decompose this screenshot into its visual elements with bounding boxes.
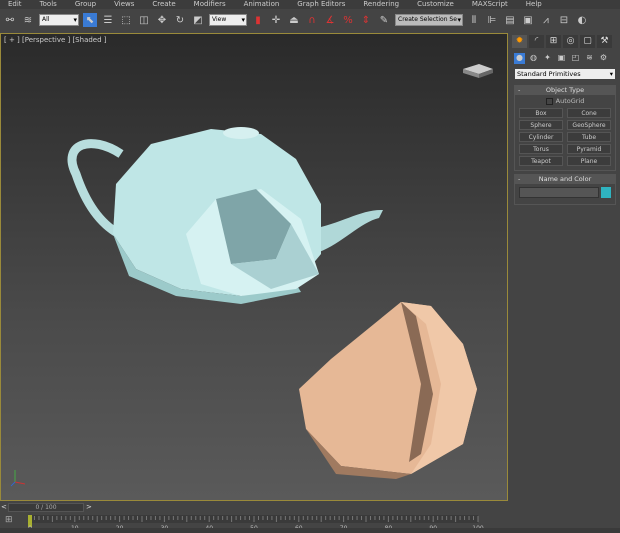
menu-edit[interactable]: Edit bbox=[0, 0, 22, 9]
spacewarps-icon[interactable]: ≋ bbox=[584, 53, 595, 64]
object-type-title: Object Type bbox=[545, 86, 585, 94]
menu-customize[interactable]: Customize bbox=[409, 0, 454, 9]
mirror-icon[interactable]: ⫴ bbox=[467, 13, 481, 27]
perspective-viewport[interactable]: [ + ] [Perspective ] [Shaded ] bbox=[0, 33, 508, 501]
pyramid-button[interactable]: Pyramid bbox=[567, 144, 611, 154]
teapot-button[interactable]: Teapot bbox=[519, 156, 563, 166]
primitive-type-dropdown[interactable]: Standard Primitives bbox=[515, 69, 615, 79]
next-frame-icon[interactable]: > bbox=[86, 503, 92, 511]
plane-button[interactable]: Plane bbox=[567, 156, 611, 166]
keyboard-shortcut-icon[interactable]: ⏏ bbox=[287, 13, 301, 27]
helpers-icon[interactable]: ◰ bbox=[570, 53, 581, 64]
angle-snap-icon[interactable]: ∡ bbox=[323, 13, 337, 27]
name-color-title: Name and Color bbox=[538, 175, 592, 183]
cameras-icon[interactable]: ▣ bbox=[556, 53, 567, 64]
reference-coord-dropdown[interactable]: View bbox=[209, 14, 247, 26]
selection-filter-dropdown[interactable]: All bbox=[39, 14, 79, 26]
autogrid-label: AutoGrid bbox=[555, 97, 585, 105]
percent-snap-icon[interactable]: % bbox=[341, 13, 355, 27]
menu-graph-editors[interactable]: Graph Editors bbox=[289, 0, 345, 9]
geometry-icon[interactable]: ● bbox=[514, 53, 525, 64]
object-type-header[interactable]: - Object Type bbox=[515, 86, 615, 95]
hierarchy-tab-icon[interactable]: ⊞ bbox=[546, 35, 561, 48]
name-and-color-rollout: - Name and Color bbox=[514, 174, 616, 205]
snap-3d-icon[interactable]: ∩ bbox=[305, 13, 319, 27]
curve-editor-icon[interactable]: ⩘ bbox=[539, 13, 553, 27]
main-toolbar: ⚯ ≋ All ⬉ ☰ ⬚ ◫ ✥ ↻ ◩ View ▮ ✛ ⏏ ∩ ∡ % ⇕… bbox=[0, 9, 620, 31]
torus-button[interactable]: Torus bbox=[519, 144, 563, 154]
autogrid-checkbox[interactable]: AutoGrid bbox=[515, 95, 615, 107]
rock-object[interactable] bbox=[299, 302, 477, 479]
window-crossing-icon[interactable]: ◫ bbox=[137, 13, 151, 27]
spinner-snap-icon[interactable]: ⇕ bbox=[359, 13, 373, 27]
systems-icon[interactable]: ⚙ bbox=[598, 53, 609, 64]
select-by-name-icon[interactable]: ☰ bbox=[101, 13, 115, 27]
display-tab-icon[interactable]: ▢ bbox=[580, 35, 595, 48]
object-name-input[interactable] bbox=[519, 187, 599, 198]
status-bar bbox=[0, 528, 620, 533]
shapes-icon[interactable]: ◍ bbox=[528, 53, 539, 64]
select-object-icon[interactable]: ⬉ bbox=[83, 13, 97, 27]
cone-button[interactable]: Cone bbox=[567, 108, 611, 118]
menu-help[interactable]: Help bbox=[518, 0, 542, 9]
geosphere-button[interactable]: GeoSphere bbox=[567, 120, 611, 130]
sphere-button[interactable]: Sphere bbox=[519, 120, 563, 130]
bind-spacewarp-icon[interactable]: ≋ bbox=[21, 13, 35, 27]
motion-tab-icon[interactable]: ◎ bbox=[563, 35, 578, 48]
box-button[interactable]: Box bbox=[519, 108, 563, 118]
menu-bar: Edit Tools Group Views Create Modifiers … bbox=[0, 0, 620, 9]
menu-animation[interactable]: Animation bbox=[236, 0, 280, 9]
command-panel: ✹ ◜ ⊞ ◎ ▢ ⚒ ● ◍ ✦ ▣ ◰ ≋ ⚙ Standard Primi… bbox=[510, 33, 620, 501]
name-color-header[interactable]: - Name and Color bbox=[515, 175, 615, 184]
create-tab-icon[interactable]: ✹ bbox=[512, 35, 527, 48]
pivot-icon[interactable]: ▮ bbox=[251, 13, 265, 27]
align-icon[interactable]: ⊫ bbox=[485, 13, 499, 27]
manipulate-icon[interactable]: ✛ bbox=[269, 13, 283, 27]
rotate-icon[interactable]: ↻ bbox=[173, 13, 187, 27]
layer-manager-icon[interactable]: ▤ bbox=[503, 13, 517, 27]
named-selection-set-dropdown[interactable]: Create Selection Se bbox=[395, 14, 463, 26]
menu-create[interactable]: Create bbox=[144, 0, 175, 9]
menu-group[interactable]: Group bbox=[67, 0, 96, 9]
move-icon[interactable]: ✥ bbox=[155, 13, 169, 27]
utilities-tab-icon[interactable]: ⚒ bbox=[597, 35, 612, 48]
lights-icon[interactable]: ✦ bbox=[542, 53, 553, 64]
object-type-rollout: - Object Type AutoGrid Box Cone Sphere Ge… bbox=[514, 85, 616, 171]
menu-tools[interactable]: Tools bbox=[32, 0, 57, 9]
menu-views[interactable]: Views bbox=[106, 0, 134, 9]
edit-named-sets-icon[interactable]: ✎ bbox=[377, 13, 391, 27]
tube-button[interactable]: Tube bbox=[567, 132, 611, 142]
viewcube-icon[interactable] bbox=[463, 64, 493, 78]
axis-tripod-icon bbox=[10, 470, 26, 487]
time-slider[interactable]: 0 / 100 bbox=[8, 502, 84, 512]
rect-selection-icon[interactable]: ⬚ bbox=[119, 13, 133, 27]
object-color-swatch[interactable] bbox=[601, 187, 611, 198]
prev-frame-icon[interactable]: < bbox=[1, 503, 7, 511]
time-slider-bar: < 0 / 100 > bbox=[0, 502, 508, 512]
schematic-view-icon[interactable]: ⊟ bbox=[557, 13, 571, 27]
scene-explorer-icon[interactable]: ▣ bbox=[521, 13, 535, 27]
teapot-object[interactable] bbox=[67, 127, 383, 304]
material-editor-icon[interactable]: ◐ bbox=[575, 13, 589, 27]
cylinder-button[interactable]: Cylinder bbox=[519, 132, 563, 142]
menu-maxscript[interactable]: MAXScript bbox=[464, 0, 508, 9]
modify-tab-icon[interactable]: ◜ bbox=[529, 35, 544, 48]
menu-modifiers[interactable]: Modifiers bbox=[186, 0, 226, 9]
menu-rendering[interactable]: Rendering bbox=[355, 0, 399, 9]
scale-icon[interactable]: ◩ bbox=[191, 13, 205, 27]
link-icon[interactable]: ⚯ bbox=[3, 13, 17, 27]
